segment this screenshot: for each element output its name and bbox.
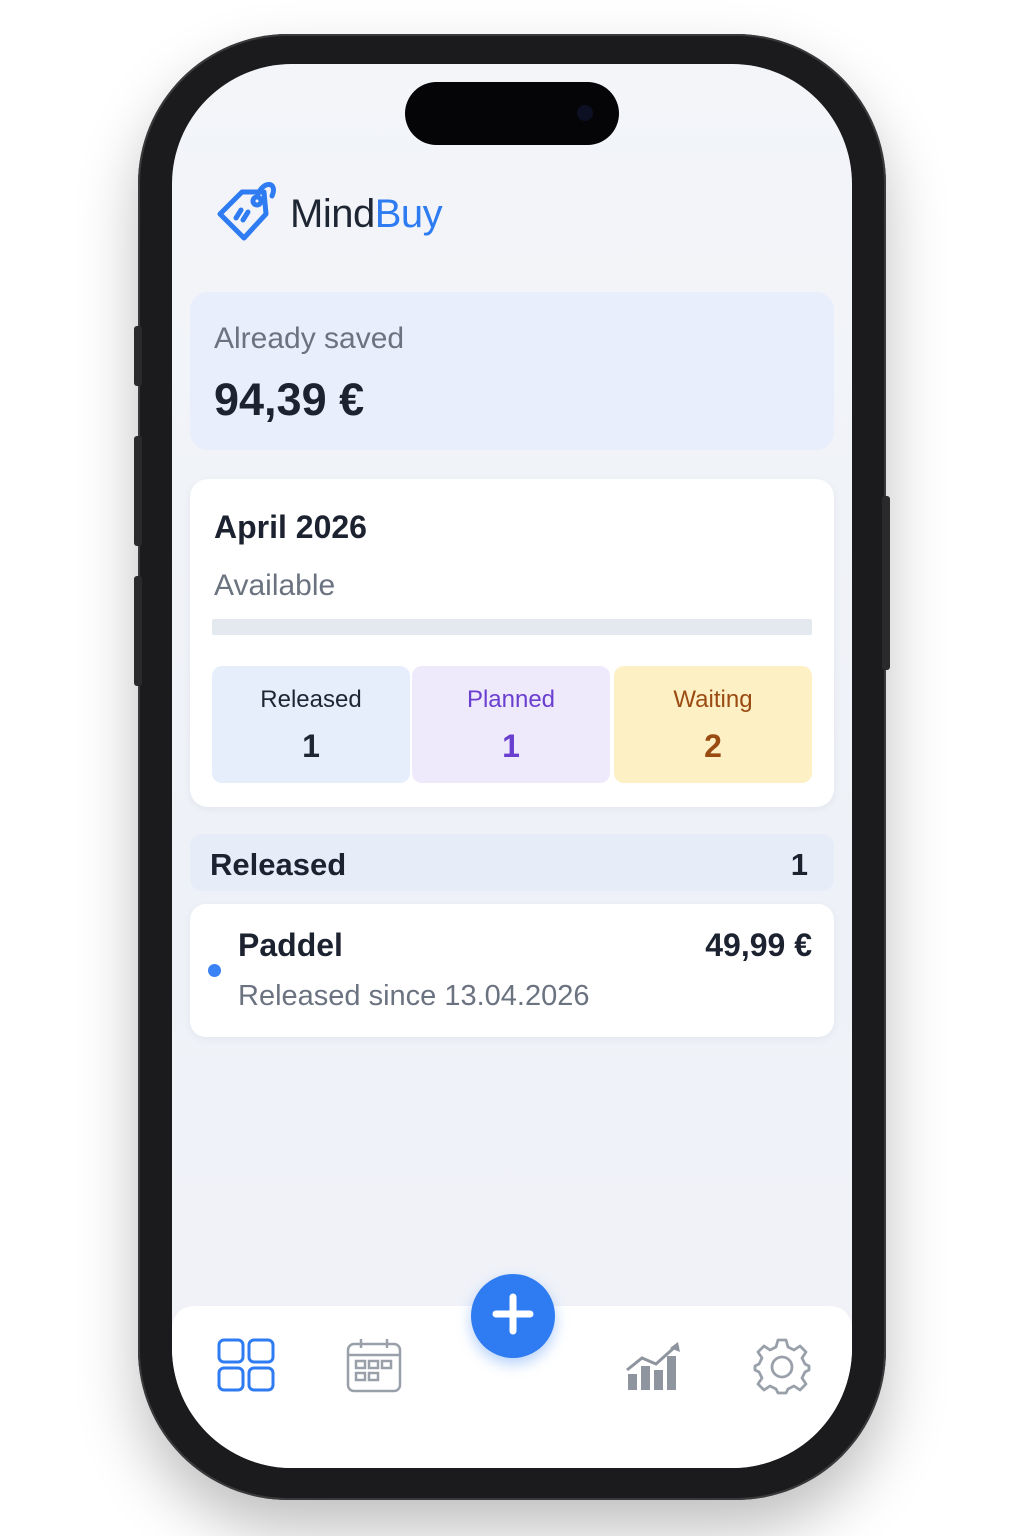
add-button[interactable] bbox=[471, 1274, 555, 1358]
camera-icon bbox=[577, 105, 593, 121]
volume-up-button bbox=[134, 436, 142, 546]
item-price: 49,99 € bbox=[705, 927, 812, 963]
item-subtitle: Released since 13.04.2026 bbox=[238, 980, 590, 1012]
app-name: MindBuy bbox=[290, 192, 443, 237]
month-summary-card[interactable]: April 2026 Available Released 1 Planned … bbox=[190, 479, 834, 807]
savings-label: Already saved bbox=[214, 322, 405, 355]
calendar-icon bbox=[345, 1337, 403, 1400]
price-tag-icon bbox=[212, 176, 278, 253]
volume-down-button bbox=[134, 576, 142, 686]
savings-amount: 94,39 € bbox=[214, 374, 365, 425]
list-item[interactable]: Paddel 49,99 € Released since 13.04.2026 bbox=[190, 904, 834, 1037]
stat-released-label: Released bbox=[260, 686, 362, 713]
released-section-count: 1 bbox=[790, 847, 808, 882]
dashboard-grid-icon bbox=[216, 1338, 276, 1399]
stat-planned[interactable]: Planned 1 bbox=[412, 666, 610, 783]
app-screen: MindBuy Already saved 94,39 € April 2026… bbox=[172, 64, 852, 1468]
item-name: Paddel bbox=[238, 927, 343, 963]
stat-waiting-label: Waiting bbox=[673, 686, 753, 713]
released-section-title: Released bbox=[210, 847, 347, 882]
settings-gear-icon bbox=[753, 1337, 811, 1400]
stat-waiting-value: 2 bbox=[704, 728, 722, 764]
tab-statistics[interactable] bbox=[622, 1336, 686, 1400]
statistics-chart-icon bbox=[624, 1340, 684, 1397]
stat-released-value: 1 bbox=[302, 728, 320, 764]
dynamic-island bbox=[405, 82, 619, 145]
month-title: April 2026 bbox=[214, 509, 367, 545]
mute-switch bbox=[134, 326, 142, 386]
available-progress-bar bbox=[212, 619, 812, 635]
tab-settings[interactable] bbox=[750, 1336, 814, 1400]
app-logo: MindBuy bbox=[212, 176, 443, 253]
released-section-header[interactable]: Released 1 bbox=[190, 834, 834, 891]
savings-card: Already saved 94,39 € bbox=[190, 292, 834, 450]
status-dot-icon bbox=[208, 964, 221, 977]
app-name-mind: Mind bbox=[290, 192, 375, 236]
stat-released[interactable]: Released 1 bbox=[212, 666, 410, 783]
power-button bbox=[882, 496, 890, 670]
stat-planned-label: Planned bbox=[466, 686, 556, 713]
tab-calendar[interactable] bbox=[342, 1336, 406, 1400]
tab-dashboard[interactable] bbox=[214, 1336, 278, 1400]
stat-waiting[interactable]: Waiting 2 bbox=[614, 666, 812, 783]
stat-planned-value: 1 bbox=[502, 728, 520, 764]
add-plus-icon bbox=[491, 1292, 535, 1341]
available-label: Available bbox=[214, 569, 336, 602]
app-name-buy: Buy bbox=[374, 192, 443, 236]
